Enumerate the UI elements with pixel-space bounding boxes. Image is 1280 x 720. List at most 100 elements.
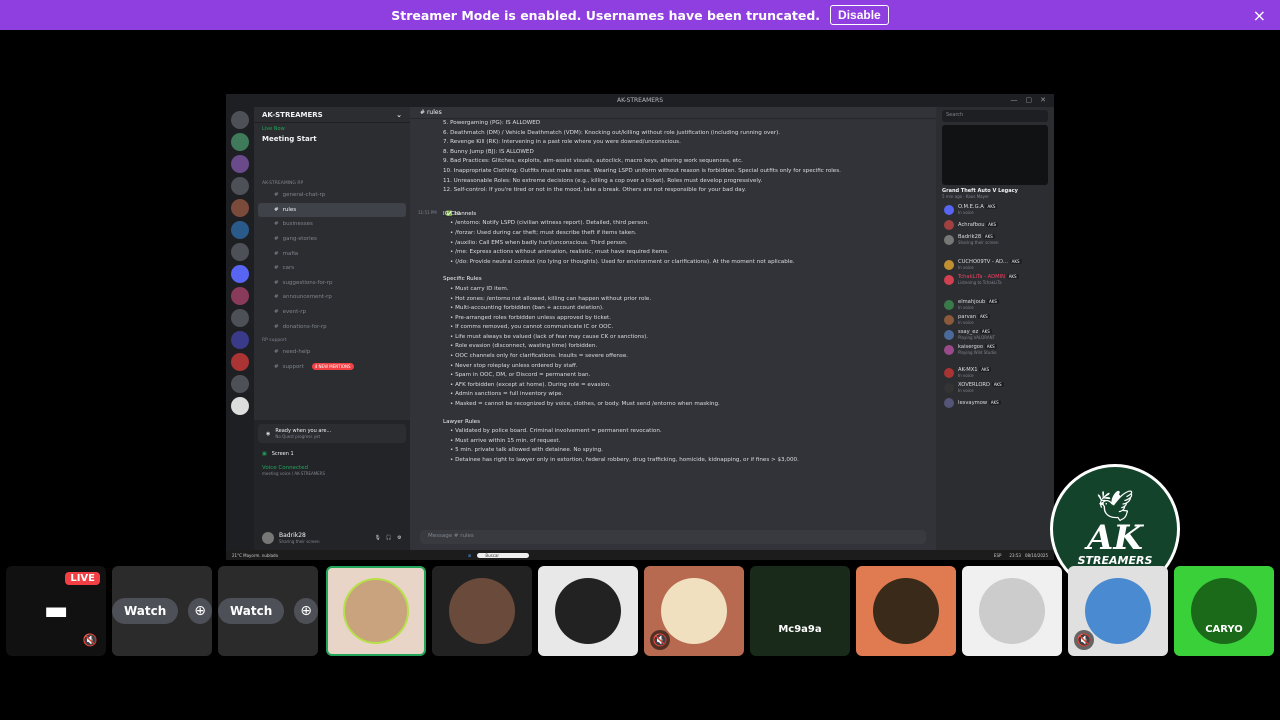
os-taskbar: 21°C Mayorm. nublado ⊞ Buscar ESP 23:53 … (226, 550, 1054, 560)
avatar (944, 234, 954, 245)
member-tag: AKS (991, 382, 1004, 387)
gear-icon[interactable]: ⚙ (397, 535, 401, 541)
specific-line: • Life must always be valued (lack of fe… (450, 333, 649, 340)
quest-sub: No Quest progress yet (275, 434, 321, 439)
rule-line: 10. Inappropriate Clothing: Outfits must… (443, 167, 841, 174)
rule-line: 9. Bad Practices: Glitches, exploits, ai… (443, 158, 743, 165)
channel-general-chat-rp[interactable]: # general-chat-rp (254, 188, 410, 203)
server-icon (231, 331, 249, 349)
specific-line: • Masked = cannot be recognized by voice… (450, 401, 720, 408)
participant-tile[interactable] (962, 566, 1062, 656)
window-titlebar: AK-STREAMERS — ▢ ✕ (226, 94, 1054, 107)
participant-tile[interactable]: Mc9a9a (750, 566, 850, 656)
member-row[interactable]: O.M.E.G.A AKS In voice (936, 202, 1054, 217)
member-row[interactable]: ssay_ez AKS Playing VALORANT (936, 327, 1054, 342)
member-row[interactable]: AK-MX1 AKS In voice (936, 365, 1054, 380)
phoenix-icon: 🕊 (1095, 488, 1135, 524)
popout-icon[interactable]: ⊕ (188, 598, 212, 624)
close-icon[interactable]: × (1253, 6, 1266, 25)
new-mentions-pill[interactable]: 4 NEW MENTIONS (311, 363, 354, 371)
banner-text: Streamer Mode is enabled. Usernames have… (391, 7, 821, 23)
channel-donations[interactable]: # donations-for-rp (254, 319, 410, 334)
logo-main-text: AK (1087, 517, 1143, 558)
ic-line: • (/do: Provide neutral context (no lyin… (450, 258, 795, 265)
channel-cars[interactable]: # cars (254, 261, 410, 276)
ic-line: • /me: Express actions without animation… (450, 249, 669, 256)
channel-suggestions[interactable]: # suggestions-for-rp (254, 276, 410, 291)
member-row[interactable]: kaisergoo AKS Playing Wild Studio (936, 342, 1054, 357)
participant-tile[interactable]: CARYO (1174, 566, 1274, 656)
specific-line: • Multi-accounting forbidden (ban + acco… (450, 305, 604, 312)
message-input[interactable]: Message # rules (420, 530, 926, 544)
my-stream-tile[interactable]: LIVE ▬ 🔇 (6, 566, 106, 656)
member-row[interactable]: Badrik28 AKS Sharing their screen (936, 232, 1054, 247)
search-input[interactable]: Search (942, 110, 1048, 122)
event-title[interactable]: Meeting Start (254, 135, 410, 143)
stream-tile[interactable]: Watch ⊕ (112, 566, 212, 656)
ic-line: • /auxilio: Call EMS when badly hurt/unc… (450, 239, 628, 246)
channel-businesses[interactable]: # businesses (254, 217, 410, 232)
rule-line: 11. Unreasonable Roles: No extreme decis… (443, 177, 763, 184)
server-icon (231, 397, 249, 415)
hash-icon: # (274, 250, 279, 257)
popout-icon[interactable]: ⊕ (294, 598, 318, 624)
stream-tile[interactable]: Watch ⊕ (218, 566, 318, 656)
watch-button[interactable]: Watch (112, 598, 179, 624)
participant-tile[interactable] (432, 566, 532, 656)
disable-button[interactable]: Disable (830, 5, 889, 25)
member-row[interactable]: XOVERLORD AKS In voice (936, 380, 1054, 395)
member-row[interactable]: parvan AKS In voice (936, 312, 1054, 327)
channel-need-help[interactable]: # need-help (254, 345, 410, 360)
guild-header[interactable]: AK-STREAMERS ⌄ (254, 107, 410, 123)
channel-announcement[interactable]: # announcement-rp (254, 290, 410, 305)
channel-mafia[interactable]: # mafia (254, 246, 410, 261)
hash-icon: # (274, 265, 279, 272)
member-row[interactable]: CUCHO09TV - AD... AKS In voice (936, 257, 1054, 272)
account-row[interactable]: Badrik28 Sharing their screen 🎙 🎧 ⚙ (254, 528, 410, 548)
channel-support[interactable]: # support 4 NEW MENTIONS (254, 360, 410, 375)
stream-preview[interactable] (942, 125, 1048, 185)
server-icon (231, 309, 249, 327)
participant-tile[interactable]: 🔇 (1068, 566, 1168, 656)
category-label[interactable]: AK-STREAMING RP (254, 177, 410, 188)
avatar (944, 397, 954, 408)
member-tag: AKS (979, 329, 992, 334)
channel-rules[interactable]: # rules (258, 202, 406, 218)
member-tag: AKS (982, 234, 995, 239)
avatar (449, 578, 515, 644)
category-label[interactable]: RP support (254, 334, 410, 345)
hash-icon: # (274, 206, 279, 213)
voice-status: Voice Connected meeting voice / AK-STREA… (254, 461, 410, 480)
channel-gang-stories[interactable]: # gang-stories (254, 232, 410, 247)
quest-card[interactable]: ◉ Ready when you are... No Quest progres… (258, 424, 406, 443)
participant-tile[interactable]: 🔇 (644, 566, 744, 656)
member-tag: AKS (986, 221, 999, 227)
server-icon (231, 353, 249, 371)
channel-title: rules (426, 109, 442, 116)
member-row[interactable]: TchakLiTa - ADMIN AKS Listening to TchakL… (936, 272, 1054, 287)
message-timestamp: 11:51 PM (418, 209, 437, 215)
member-row[interactable]: lesvaymow AKS (936, 395, 1054, 410)
hash-icon: # (274, 349, 279, 356)
screen-share-row[interactable]: ▣ Screen 1 (254, 447, 410, 461)
screen-share-view[interactable]: AK-STREAMERS — ▢ ✕ AK-STREAMERS ⌄ Live N… (226, 94, 1054, 560)
specific-line: • Pre-arranged roles forbidden unless ap… (450, 314, 611, 321)
member-row[interactable]: Achrafbou AKS (936, 217, 1054, 232)
rule-line: 12. Self-control: If you're tired or not… (443, 187, 746, 194)
section-header: Lawyer Rules (443, 418, 481, 425)
screen-icon: ▣ (262, 451, 267, 457)
watch-button[interactable]: Watch (218, 598, 285, 624)
participant-tile[interactable] (856, 566, 956, 656)
specific-line: • Role evasion (disconnect, wasting time… (450, 343, 598, 350)
member-tag: AKS (988, 399, 1001, 405)
tile-label: Mc9a9a (778, 623, 822, 635)
participant-tile[interactable] (538, 566, 638, 656)
headset-icon[interactable]: 🎧 (386, 535, 392, 541)
channel-event[interactable]: # event-rp (254, 305, 410, 320)
avatar (944, 329, 954, 340)
specific-line: • Must carry ID item. (450, 285, 509, 292)
participant-tile[interactable] (326, 566, 426, 656)
member-row[interactable]: elmahjoub AKS In voice (936, 297, 1054, 312)
mic-icon[interactable]: 🎙 (375, 535, 381, 541)
event-status: Live Now (262, 126, 285, 132)
